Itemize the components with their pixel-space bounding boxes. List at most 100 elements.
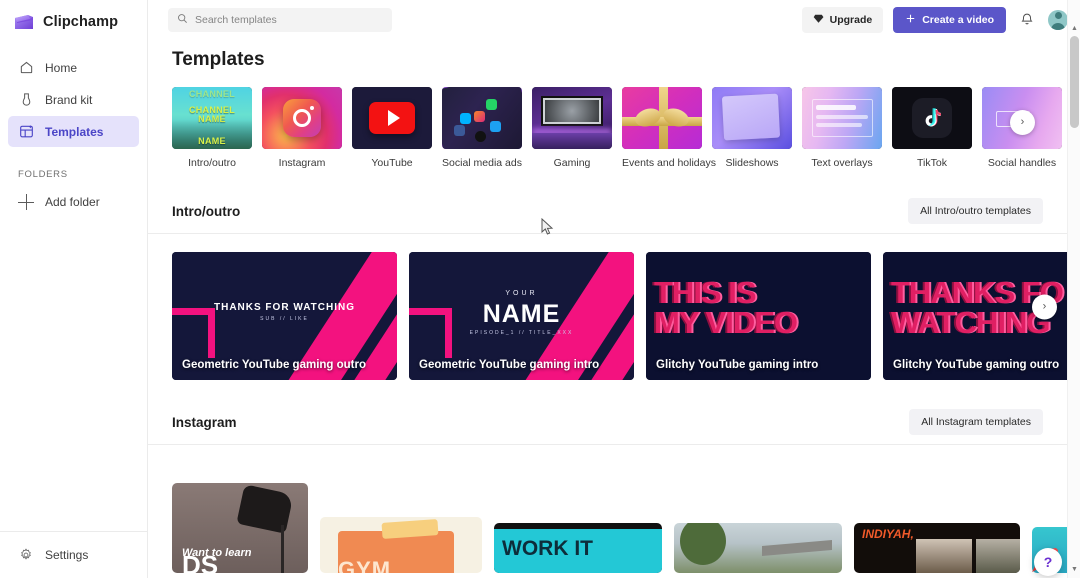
top-bar-actions: Upgrade Create a video xyxy=(801,7,1068,33)
category-thumbnail[interactable] xyxy=(892,87,972,149)
tiktok-note-icon xyxy=(920,106,944,130)
brand-name: Clipchamp xyxy=(43,14,119,30)
template-card-title: Glitchy YouTube gaming outro xyxy=(893,359,1060,371)
sidebar-item-brand-kit[interactable]: Brand kit xyxy=(8,84,139,115)
template-card[interactable]: THANKS FOR WATCHING SUB // LIKE Geometri… xyxy=(172,252,397,380)
card-art-line1: THIS IS xyxy=(654,275,757,310)
category-label: TikTok xyxy=(917,157,947,169)
template-card[interactable]: INDIYAH, xyxy=(854,523,1020,573)
category-strip: CHANNEL CHANNEL NAME NAME Intro/outro In… xyxy=(148,71,1067,169)
scroll-up-button[interactable]: ▲ xyxy=(1068,22,1080,35)
notifications-button[interactable] xyxy=(1016,9,1038,31)
category-row: CHANNEL CHANNEL NAME NAME Intro/outro In… xyxy=(172,87,1067,169)
sidebar-item-templates[interactable]: Templates xyxy=(8,116,139,147)
category-instagram[interactable]: Instagram xyxy=(262,87,342,169)
sidebar-item-settings[interactable]: Settings xyxy=(8,540,139,570)
template-card-title: Glitchy YouTube gaming intro xyxy=(656,359,819,371)
gear-icon xyxy=(18,547,34,563)
avatar-glyph xyxy=(1048,10,1068,30)
category-label: YouTube xyxy=(371,157,413,169)
template-card[interactable]: WORK IT xyxy=(494,523,662,573)
sidebar-item-label: Brand kit xyxy=(45,92,93,107)
category-thumbnail[interactable] xyxy=(712,87,792,149)
card-art-line2: MY VIDEO xyxy=(654,305,798,340)
thumbnail-art xyxy=(712,87,792,149)
card-art-text: WORK IT xyxy=(502,537,593,560)
upgrade-button[interactable]: Upgrade xyxy=(801,7,884,33)
category-intro-outro[interactable]: CHANNEL CHANNEL NAME NAME Intro/outro xyxy=(172,87,252,169)
template-card[interactable]: Want to learn DS xyxy=(172,483,308,573)
scrollbar-thumb[interactable] xyxy=(1070,36,1079,128)
intro-outro-next-button[interactable]: › xyxy=(1032,294,1057,320)
folders-section-label: FOLDERS xyxy=(18,169,68,180)
category-events-and-holidays[interactable]: Events and holidays xyxy=(622,87,716,169)
search-box[interactable] xyxy=(168,8,392,32)
sidebar-item-home[interactable]: Home xyxy=(8,52,139,83)
section-header-instagram: Instagram All Instagram templates xyxy=(148,400,1067,444)
template-card[interactable]: GYM xyxy=(320,517,482,573)
scroll-down-button[interactable]: ▼ xyxy=(1068,563,1080,576)
vertical-scrollbar[interactable]: ▲ ▼ xyxy=(1067,0,1080,578)
settings-label: Settings xyxy=(45,548,89,562)
plus-icon xyxy=(905,13,916,27)
sidebar-item-label: Home xyxy=(45,60,78,75)
template-card[interactable] xyxy=(674,523,842,573)
category-label: Gaming xyxy=(553,157,591,169)
category-thumbnail[interactable]: CHANNEL CHANNEL NAME NAME xyxy=(172,87,252,149)
home-icon xyxy=(18,60,34,76)
section-title: Intro/outro xyxy=(172,203,241,219)
section-title: Instagram xyxy=(172,414,237,430)
thumbnail-art xyxy=(532,87,612,149)
top-bar: Upgrade Create a video xyxy=(148,0,1080,40)
card-art-eyebrow: YOUR xyxy=(505,290,538,297)
create-video-button[interactable]: Create a video xyxy=(893,7,1006,33)
section-divider xyxy=(148,444,1067,445)
all-instagram-templates-button[interactable]: All Instagram templates xyxy=(909,409,1043,435)
content-scroll-area[interactable]: Templates CHANNEL CHANNEL NAME NAME Intr… xyxy=(148,40,1067,578)
categories-next-button[interactable]: › xyxy=(1010,110,1035,135)
category-text-overlays[interactable]: Text overlays xyxy=(802,87,882,169)
category-gaming[interactable]: Gaming xyxy=(532,87,612,169)
sidebar-nav: Home Brand kit Templates xyxy=(0,52,147,147)
template-card[interactable]: THIS IS MY VIDEO Glitchy YouTube gaming … xyxy=(646,252,871,380)
template-card[interactable]: YOUR NAME EPISODE_1 // TITLE_XXX Geometr… xyxy=(409,252,634,380)
card-art-text2: DS xyxy=(182,550,219,573)
main-area: Upgrade Create a video xyxy=(148,0,1080,578)
category-youtube[interactable]: YouTube xyxy=(352,87,432,169)
help-button[interactable]: ? xyxy=(1034,548,1062,576)
diamond-icon xyxy=(813,13,824,27)
chevron-right-icon: › xyxy=(1042,300,1047,313)
category-tiktok[interactable]: TikTok xyxy=(892,87,972,169)
clipchamp-app: Clipchamp Home Brand kit Templates FOLDE… xyxy=(0,0,1080,578)
category-thumbnail[interactable] xyxy=(802,87,882,149)
create-video-label: Create a video xyxy=(922,14,994,26)
category-thumbnail[interactable] xyxy=(262,87,342,149)
add-folder-button[interactable]: Add folder xyxy=(0,187,147,217)
instagram-cards-row: Want to learn DS GYM WORK IT INDIYAH, xyxy=(148,473,1067,573)
avatar[interactable] xyxy=(1048,10,1068,30)
category-social-media-ads[interactable]: Social media ads xyxy=(442,87,522,169)
category-thumbnail[interactable] xyxy=(622,87,702,149)
card-art-text: INDIYAH, xyxy=(862,527,914,541)
all-intro-outro-templates-button[interactable]: All Intro/outro templates xyxy=(908,198,1043,224)
category-label: Instagram xyxy=(278,157,326,169)
sidebar: Clipchamp Home Brand kit Templates FOLDE… xyxy=(0,0,148,578)
category-slideshows[interactable]: Slideshows xyxy=(712,87,792,169)
section-header-intro-outro: Intro/outro All Intro/outro templates xyxy=(148,189,1067,233)
category-label: Events and holidays xyxy=(622,157,716,169)
thumbnail-art: CHANNEL CHANNEL NAME NAME xyxy=(172,87,252,149)
category-thumbnail[interactable] xyxy=(352,87,432,149)
category-thumbnail[interactable] xyxy=(442,87,522,149)
plus-icon xyxy=(18,194,34,210)
category-thumbnail[interactable] xyxy=(532,87,612,149)
brand[interactable]: Clipchamp xyxy=(0,0,147,44)
intro-outro-cards-row: THANKS FOR WATCHING SUB // LIKE Geometri… xyxy=(148,234,1067,380)
thumbnail-art xyxy=(262,87,342,149)
search-input[interactable] xyxy=(195,14,383,26)
template-card-title: Geometric YouTube gaming outro xyxy=(182,359,367,371)
thumbnail-art xyxy=(622,87,702,149)
category-label: Slideshows xyxy=(725,157,779,169)
template-card-title: Geometric YouTube gaming intro xyxy=(419,359,600,371)
add-folder-label: Add folder xyxy=(45,195,100,209)
category-label: Intro/outro xyxy=(188,157,236,169)
